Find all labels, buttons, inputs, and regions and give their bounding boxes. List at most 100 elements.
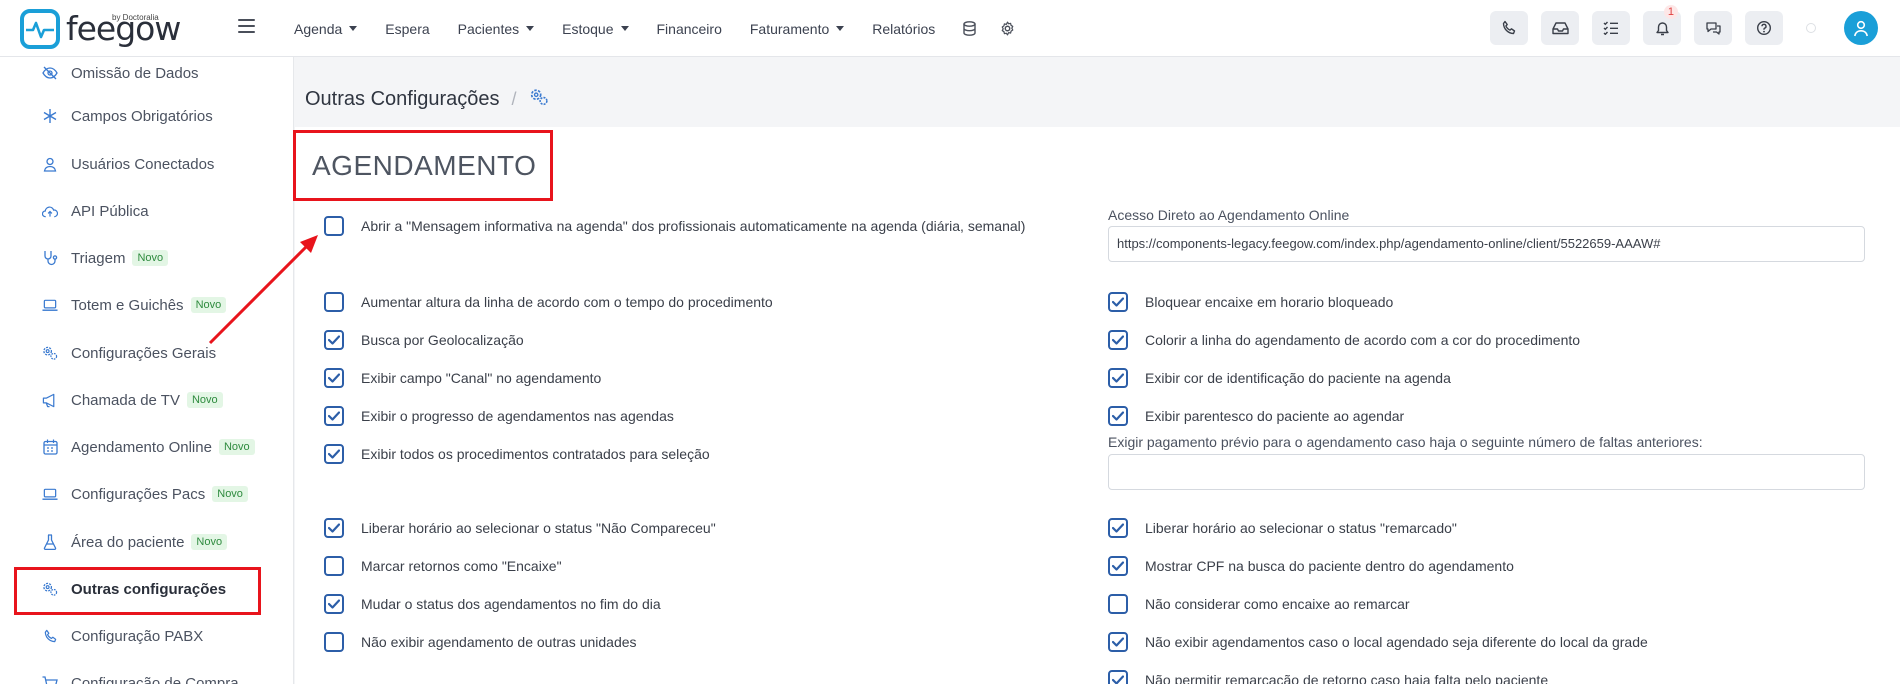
inbox-button[interactable]	[1541, 11, 1579, 45]
checkbox[interactable]	[1108, 670, 1128, 684]
nav-relatorios[interactable]: Relatórios	[872, 21, 935, 37]
right-option-row[interactable]: Bloquear encaixe em horario bloqueado	[1108, 292, 1393, 312]
option-label: Busca por Geolocalização	[361, 332, 524, 348]
sidebar-item-configuracao-pabx[interactable]: Configuração PABX	[0, 616, 293, 656]
left-option-row[interactable]: Abrir a "Mensagem informativa na agenda"…	[324, 216, 1025, 236]
novo-badge: Novo	[218, 439, 255, 455]
tasks-button[interactable]	[1592, 11, 1630, 45]
right-option-row[interactable]: Exibir parentesco do paciente ao agendar	[1108, 406, 1404, 426]
checkbox[interactable]	[324, 594, 344, 614]
chat-button[interactable]	[1694, 11, 1732, 45]
phone-button[interactable]	[1490, 11, 1528, 45]
option-label: Liberar horário ao selecionar o status "…	[1145, 520, 1457, 536]
checkbox[interactable]	[324, 368, 344, 388]
user-avatar[interactable]	[1844, 11, 1878, 45]
online-access-url-field[interactable]: https://components-legacy.feegow.com/ind…	[1108, 226, 1865, 262]
checkbox[interactable]	[1108, 594, 1128, 614]
user-icon	[42, 156, 58, 172]
laptop-icon	[42, 486, 58, 502]
option-label: Exibir cor de identificação do paciente …	[1145, 370, 1451, 386]
nav-agenda[interactable]: Agenda	[294, 21, 358, 37]
left-option-row[interactable]: Exibir campo "Canal" no agendamento	[324, 368, 601, 388]
right-option-row[interactable]: Mostrar CPF na busca do paciente dentro …	[1108, 556, 1514, 576]
sidebar-item-campos-obrigatorios[interactable]: Campos Obrigatórios	[0, 96, 293, 136]
sidebar-item-api-publica[interactable]: API Pública	[0, 191, 293, 231]
right-option-row[interactable]: Exibir cor de identificação do paciente …	[1108, 368, 1451, 388]
checkbox[interactable]	[1108, 368, 1128, 388]
user-icon	[1854, 20, 1868, 36]
left-option-row[interactable]: Não exibir agendamento de outras unidade…	[324, 632, 637, 652]
nav-pacientes[interactable]: Pacientes	[458, 21, 535, 37]
feegow-logo[interactable]: feegow by Doctoralia	[20, 9, 181, 49]
highlight-annotation-sidebar	[14, 567, 261, 615]
right-option-row[interactable]: Colorir a linha do agendamento de acordo…	[1108, 330, 1580, 350]
notification-count-badge: 1	[1663, 5, 1678, 19]
left-option-row[interactable]: Mudar o status dos agendamentos no fim d…	[324, 594, 661, 614]
checkbox[interactable]	[324, 632, 344, 652]
option-label: Exibir parentesco do paciente ao agendar	[1145, 408, 1405, 424]
option-label: Aumentar altura da linha de acordo com o…	[361, 294, 773, 310]
checkbox[interactable]	[324, 556, 344, 576]
left-option-row[interactable]: Exibir o progresso de agendamentos nas a…	[324, 406, 674, 426]
option-label: Exibir campo "Canal" no agendamento	[361, 370, 602, 386]
asterisk-icon	[42, 108, 58, 124]
option-label: Exibir o progresso de agendamentos nas a…	[361, 408, 674, 424]
right-option-row[interactable]: Liberar horário ao selecionar o status "…	[1108, 518, 1457, 538]
eye-slash-icon	[42, 65, 58, 81]
checkbox[interactable]	[324, 216, 344, 236]
megaphone-icon	[42, 392, 58, 408]
sidebar-item-configuracoes-gerais[interactable]: Configurações Gerais	[0, 333, 293, 373]
stethoscope-icon	[42, 250, 58, 266]
nav-espera[interactable]: Espera	[385, 21, 429, 37]
sidebar-item-totem-guiches[interactable]: Totem e Guichês Novo	[0, 285, 293, 325]
page-title: Outras Configurações	[305, 88, 500, 110]
checkbox[interactable]	[1108, 330, 1128, 350]
settings-sidebar: Omissão de Dados Campos Obrigatórios Usu…	[0, 57, 294, 684]
gears-icon[interactable]	[529, 88, 549, 111]
nav-estoque[interactable]: Estoque	[562, 21, 629, 37]
checkbox[interactable]	[1108, 556, 1128, 576]
left-option-row[interactable]: Busca por Geolocalização	[324, 330, 524, 350]
checkbox[interactable]	[324, 444, 344, 464]
notifications-button[interactable]: 1	[1643, 5, 1681, 45]
checkbox[interactable]	[324, 292, 344, 312]
cart-icon	[42, 675, 58, 684]
right-option-row[interactable]: Não exibir agendamentos caso o local age…	[1108, 632, 1648, 652]
sidebar-item-chamada-tv[interactable]: Chamada de TV Novo	[0, 380, 293, 420]
database-icon[interactable]	[963, 21, 976, 36]
option-label: Bloquear encaixe em horario bloqueado	[1145, 294, 1394, 310]
breadcrumb: Outras Configurações /	[305, 88, 549, 111]
help-button[interactable]	[1745, 11, 1783, 45]
right-option-row[interactable]: Não permitir remarcação de retorno caso …	[1108, 670, 1548, 684]
sidebar-item-omissao-dados[interactable]: Omissão de Dados	[0, 57, 293, 93]
checkbox[interactable]	[1108, 632, 1128, 652]
sidebar-item-agendamento-online[interactable]: Agendamento Online Novo	[0, 427, 293, 467]
left-option-row[interactable]: Marcar retornos como "Encaixe"	[324, 556, 562, 576]
gears-icon	[42, 345, 58, 361]
menu-toggle-icon[interactable]	[238, 19, 255, 33]
calendar-icon	[42, 439, 58, 455]
sidebar-item-configuracao-compra[interactable]: Configuração de Compra	[0, 663, 293, 684]
checkbox[interactable]	[1108, 406, 1128, 426]
left-option-row[interactable]: Aumentar altura da linha de acordo com o…	[324, 292, 773, 312]
sidebar-item-configuracoes-pacs[interactable]: Configurações Pacs Novo	[0, 474, 293, 514]
right-option-row[interactable]: Não considerar como encaixe ao remarcar	[1108, 594, 1410, 614]
left-option-row[interactable]: Exibir todos os procedimentos contratado…	[324, 444, 710, 464]
sidebar-item-triagem[interactable]: Triagem Novo	[0, 238, 293, 278]
chat-bubbles-icon	[1705, 21, 1721, 35]
sidebar-item-usuarios-conectados[interactable]: Usuários Conectados	[0, 144, 293, 184]
settings-gear-icon[interactable]	[1000, 21, 1015, 36]
checkbox[interactable]	[324, 518, 344, 538]
novo-badge: Novo	[212, 486, 248, 502]
checkbox[interactable]	[324, 330, 344, 350]
nav-financeiro[interactable]: Financeiro	[657, 21, 722, 37]
checkbox[interactable]	[1108, 292, 1128, 312]
option-label: Não permitir remarcação de retorno caso …	[1145, 672, 1549, 684]
checkbox[interactable]	[1108, 518, 1128, 538]
sidebar-item-area-paciente[interactable]: Área do paciente Novo	[0, 522, 293, 562]
nav-faturamento[interactable]: Faturamento	[750, 21, 845, 37]
left-option-row[interactable]: Liberar horário ao selecionar o status "…	[324, 518, 716, 538]
prepayment-faltas-input[interactable]	[1108, 454, 1865, 490]
bell-icon	[1655, 22, 1669, 36]
checkbox[interactable]	[324, 406, 344, 426]
